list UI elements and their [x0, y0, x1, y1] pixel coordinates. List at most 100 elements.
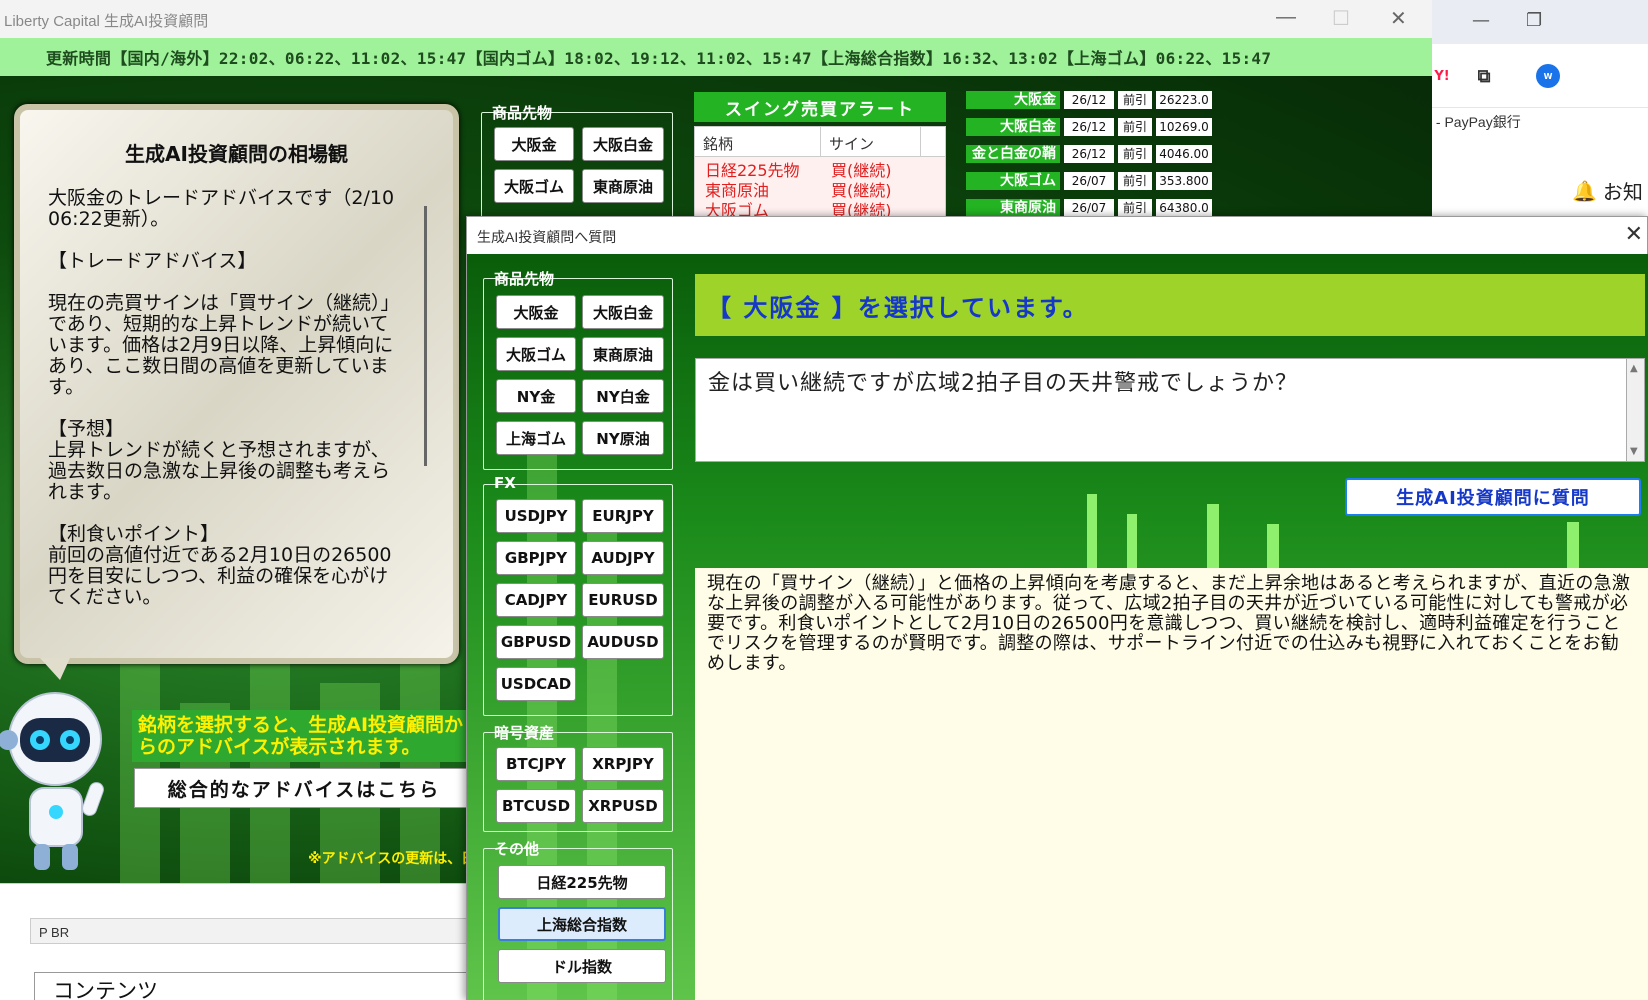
answer-text: 現在の「買サイン（継続）」と価格の上昇傾向を考慮すると、まだ上昇余地はあると考え… [695, 568, 1648, 1000]
table-row[interactable]: 日経225先物 買(継続) [695, 157, 945, 180]
btn-eurusd[interactable]: EURUSD [582, 583, 664, 617]
ask-ai-button[interactable]: 生成AI投資顧問に質問 [1345, 478, 1641, 516]
btn-shanghai-rubber[interactable]: 上海ゴム [496, 421, 576, 455]
quote-name: 大阪金 [966, 91, 1060, 109]
pbr-bar[interactable]: P BR [30, 918, 470, 944]
main-btn-osaka-rubber[interactable]: 大阪ゴム [494, 169, 574, 203]
screen: + — ❐ ◉ Y! ⧉ W ログイン - PayPay銀行 🔔 お知 Libe… [0, 0, 1648, 1000]
selection-banner: 【 大阪金 】を選択しています。 [695, 274, 1645, 336]
btn-ny-gold[interactable]: NY金 [496, 379, 576, 413]
alert-row-name: 大阪ゴム [705, 201, 770, 220]
quote-name: 金と白金の鞘 [966, 145, 1060, 163]
update-note: ※アドバイスの更新は、日 [308, 851, 476, 867]
bg-candle [1567, 522, 1579, 568]
btn-btcjpy[interactable]: BTCJPY [496, 747, 576, 781]
dialog-title: 生成AI投資顧問へ質問 [477, 229, 617, 245]
profile-avatar[interactable]: W [1536, 64, 1560, 88]
table-row[interactable]: 東商原油 買(継続) [695, 177, 945, 200]
btn-audusd[interactable]: AUDUSD [582, 625, 664, 659]
scroll-down-icon[interactable]: ▼ [1630, 446, 1638, 457]
btn-usdjpy[interactable]: USDJPY [496, 499, 576, 533]
quote-tag: 前引 [1118, 145, 1152, 163]
dialog-close-icon[interactable]: ✕ [1625, 221, 1643, 247]
bell-icon: 🔔 [1572, 178, 1597, 203]
restore-icon[interactable]: ❐ [1526, 10, 1542, 31]
app-maximize-icon[interactable]: ☐ [1332, 6, 1350, 31]
quote-row: 東商原油 26/07 前引 64380.0 [966, 198, 1212, 218]
btn-tocom-oil[interactable]: 東商原油 [582, 337, 664, 371]
main-commodity-group: 商品先物 大阪金 大阪白金 大阪ゴム 東商原油 [481, 104, 673, 222]
quote-row: 金と白金の鞘 26/12 前引 4046.00 [966, 144, 1212, 164]
btn-dollar-index[interactable]: ドル指数 [498, 949, 666, 983]
quote-month: 26/12 [1064, 91, 1114, 109]
notification-label: お知 [1602, 180, 1643, 204]
quote-value: 4046.00 [1156, 145, 1212, 163]
extensions-icon[interactable]: ⧉ [1472, 64, 1496, 88]
main-btn-osaka-platinum[interactable]: 大阪白金 [582, 127, 664, 161]
contents-heading: コンテンツ [34, 972, 474, 1000]
speech-tail [40, 658, 70, 680]
btn-osaka-rubber[interactable]: 大阪ゴム [496, 337, 576, 371]
btn-btcusd[interactable]: BTCUSD [496, 789, 576, 823]
app-titlebar: Liberty Capital 生成AI投資顧問 — ☐ ✕ [0, 0, 1432, 38]
advice-card-title: 生成AI投資顧問の相場観 [125, 142, 348, 166]
quote-value: 353.800 [1156, 172, 1212, 190]
bg-candle [1127, 514, 1137, 574]
alert-col-sign: サイン [821, 127, 921, 156]
scroll-up-icon[interactable]: ▲ [1630, 363, 1638, 374]
dialog-crypto-group: 暗号資産 BTCJPY XRPJPY BTCUSD XRPUSD [483, 724, 673, 832]
advice-text: 大阪金のトレードアドバイスです（2/10 06:22更新）。 【トレードアドバイ… [48, 188, 395, 608]
dialog-crypto-legend: 暗号資産 [494, 724, 555, 742]
btn-nikkei225[interactable]: 日経225先物 [498, 865, 666, 899]
quote-month: 26/07 [1064, 172, 1114, 190]
dialog-commodity-group: 商品先物 大阪金 大阪白金 大阪ゴム 東商原油 NY金 NY白金 上海ゴム NY… [483, 270, 673, 470]
advice-scrollbar[interactable] [424, 206, 427, 466]
dialog-other-group: その他 日経225先物 上海総合指数 ドル指数 [483, 840, 673, 1000]
btn-usdcad[interactable]: USDCAD [496, 667, 576, 701]
alert-row-name: 東商原油 [705, 181, 770, 200]
overall-advice-button[interactable]: 総合的なアドバイスはこちら [134, 768, 474, 808]
hint-banner: 銘柄を選択すると、生成AI投資顧問からのアドバイスが表示されます。 [132, 710, 472, 762]
quote-value: 64380.0 [1156, 199, 1212, 217]
underlying-page: P BR コンテンツ [0, 883, 474, 1000]
main-btn-tocom-oil[interactable]: 東商原油 [582, 169, 664, 203]
btn-xrpusd[interactable]: XRPUSD [582, 789, 664, 823]
yahoo-icon[interactable]: Y! [1430, 64, 1454, 88]
quote-tag: 前引 [1118, 172, 1152, 190]
bg-candle [1267, 524, 1279, 574]
alert-col-name: 銘柄 [695, 127, 821, 156]
notification[interactable]: 🔔 お知 [1572, 176, 1643, 205]
quote-row: 大阪ゴム 26/07 前引 353.800 [966, 171, 1212, 191]
btn-gbpusd[interactable]: GBPUSD [496, 625, 576, 659]
main-btn-osaka-gold[interactable]: 大阪金 [494, 127, 574, 161]
alert-row-sign: 買(継続) [831, 181, 892, 200]
dialog-commodity-legend: 商品先物 [494, 270, 555, 288]
app-title: Liberty Capital 生成AI投資顧問 [4, 13, 209, 30]
question-input[interactable]: 金は買い継続ですが広域2拍子目の天井警戒でしょうか？ [695, 358, 1627, 462]
btn-eurjpy[interactable]: EURJPY [582, 499, 664, 533]
quote-tag: 前引 [1118, 91, 1152, 109]
app-minimize-icon[interactable]: — [1276, 6, 1296, 29]
minimize-icon[interactable]: — [1472, 10, 1490, 31]
btn-osaka-gold[interactable]: 大阪金 [496, 295, 576, 329]
btn-audjpy[interactable]: AUDJPY [582, 541, 664, 575]
quote-name: 東商原油 [966, 199, 1060, 217]
swing-alert-title: スイング売買アラート [694, 92, 946, 122]
btn-xrpjpy[interactable]: XRPJPY [582, 747, 664, 781]
robot-mascot-icon [0, 692, 104, 870]
alert-row-sign: 買(継続) [831, 161, 892, 180]
table-row[interactable]: 大阪ゴム 買(継続) [695, 197, 945, 220]
btn-gbpjpy[interactable]: GBPJPY [496, 541, 576, 575]
btn-cadjpy[interactable]: CADJPY [496, 583, 576, 617]
btn-ny-oil[interactable]: NY原油 [582, 421, 664, 455]
app-close-icon[interactable]: ✕ [1390, 6, 1407, 31]
question-scrollbar[interactable]: ▲ ▼ [1627, 358, 1645, 462]
dialog-other-legend: その他 [494, 840, 540, 858]
swing-alert-table: 銘柄 サイン 日経225先物 買(継続) 東商原油 買(継続) 大阪ゴム 買(継… [694, 126, 946, 226]
btn-ny-platinum[interactable]: NY白金 [582, 379, 664, 413]
quote-row: 大阪白金 26/12 前引 10269.0 [966, 117, 1212, 137]
question-dialog: 生成AI投資顧問へ質問 ✕ 商品先物 大阪金 大阪白金 大阪ゴム 東商原油 NY… [466, 216, 1648, 1000]
btn-osaka-platinum[interactable]: 大阪白金 [582, 295, 664, 329]
bg-candle [1207, 504, 1219, 574]
btn-shanghai-composite[interactable]: 上海総合指数 [498, 907, 666, 941]
